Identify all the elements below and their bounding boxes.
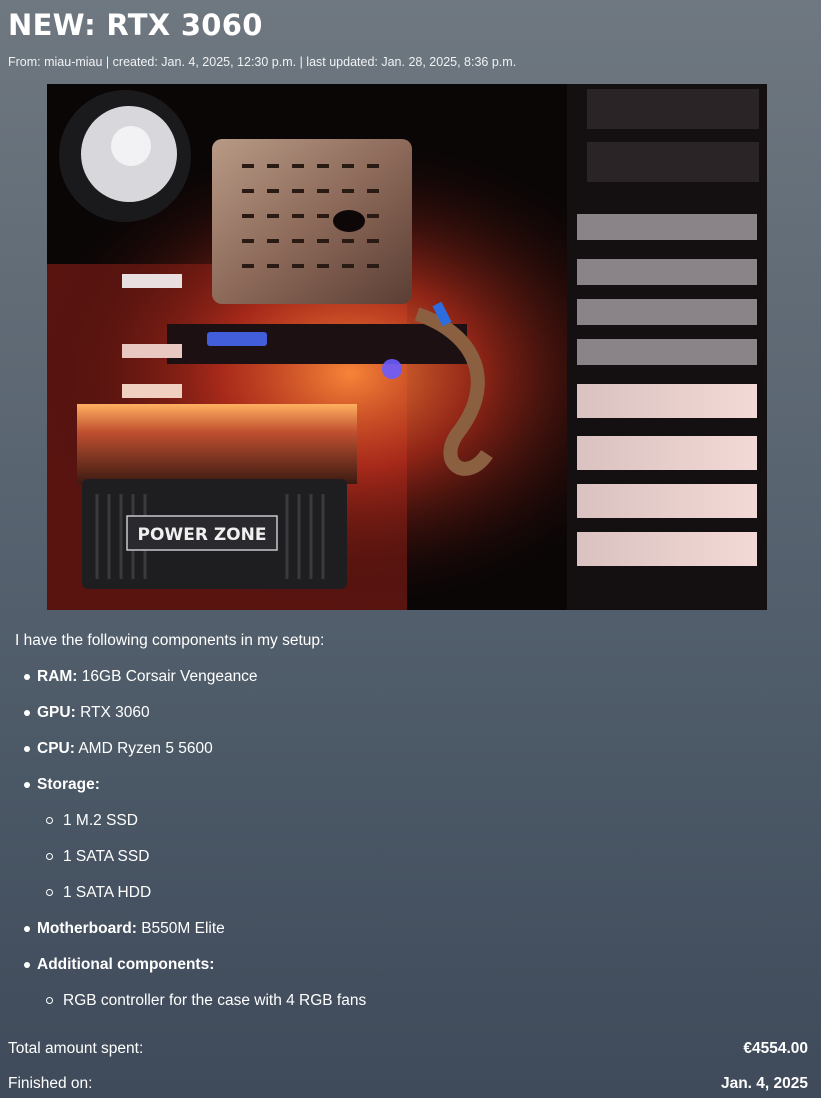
additional-sublist: RGB controller for the case with 4 RGB f… bbox=[37, 990, 805, 1012]
list-item-storage: Storage: 1 M.2 SSD 1 SATA SSD 1 SATA HDD bbox=[15, 774, 805, 904]
total-row: Total amount spent: €4554.00 bbox=[8, 1038, 808, 1060]
total-value: €4554.00 bbox=[743, 1040, 808, 1057]
spec-value: B550M Elite bbox=[141, 920, 225, 937]
list-item-additional: Additional components: RGB controller fo… bbox=[15, 954, 805, 1012]
storage-sublist: 1 M.2 SSD 1 SATA SSD 1 SATA HDD bbox=[37, 810, 805, 904]
component-list: RAM: 16GB Corsair Vengeance GPU: RTX 306… bbox=[15, 666, 805, 1012]
spec-label: GPU: bbox=[37, 704, 76, 721]
pc-build-photo: POWER ZONE bbox=[47, 84, 767, 610]
build-description: I have the following components in my se… bbox=[15, 630, 805, 1026]
spec-label: RAM: bbox=[37, 668, 78, 685]
post-meta: From: miau-miau | created: Jan. 4, 2025,… bbox=[8, 55, 517, 69]
list-item-ram: RAM: 16GB Corsair Vengeance bbox=[15, 666, 805, 688]
sublist-item: RGB controller for the case with 4 RGB f… bbox=[37, 990, 805, 1012]
finished-label: Finished on: bbox=[8, 1075, 93, 1092]
sublist-item: 1 SATA HDD bbox=[37, 882, 805, 904]
spec-value: RTX 3060 bbox=[80, 704, 150, 721]
psu-label: POWER ZONE bbox=[138, 525, 267, 545]
spec-label: Additional components: bbox=[37, 956, 215, 973]
list-item-cpu: CPU: AMD Ryzen 5 5600 bbox=[15, 738, 805, 760]
spec-label: Motherboard: bbox=[37, 920, 137, 937]
sublist-item: 1 SATA SSD bbox=[37, 846, 805, 868]
finished-row: Finished on: Jan. 4, 2025 bbox=[8, 1073, 808, 1095]
build-post: NEW: RTX 3060 From: miau-miau | created:… bbox=[0, 0, 821, 70]
finished-value: Jan. 4, 2025 bbox=[720, 1075, 808, 1092]
spec-value: 16GB Corsair Vengeance bbox=[81, 668, 258, 685]
sublist-item: 1 M.2 SSD bbox=[37, 810, 805, 832]
intro-text: I have the following components in my se… bbox=[15, 632, 325, 649]
list-item-gpu: GPU: RTX 3060 bbox=[15, 702, 805, 724]
spec-label: CPU: bbox=[37, 740, 75, 757]
spec-value: AMD Ryzen 5 5600 bbox=[78, 740, 213, 757]
page-title: NEW: RTX 3060 bbox=[8, 8, 263, 42]
list-item-motherboard: Motherboard: B550M Elite bbox=[15, 918, 805, 940]
total-label: Total amount spent: bbox=[8, 1040, 144, 1057]
spec-label: Storage: bbox=[37, 776, 100, 793]
